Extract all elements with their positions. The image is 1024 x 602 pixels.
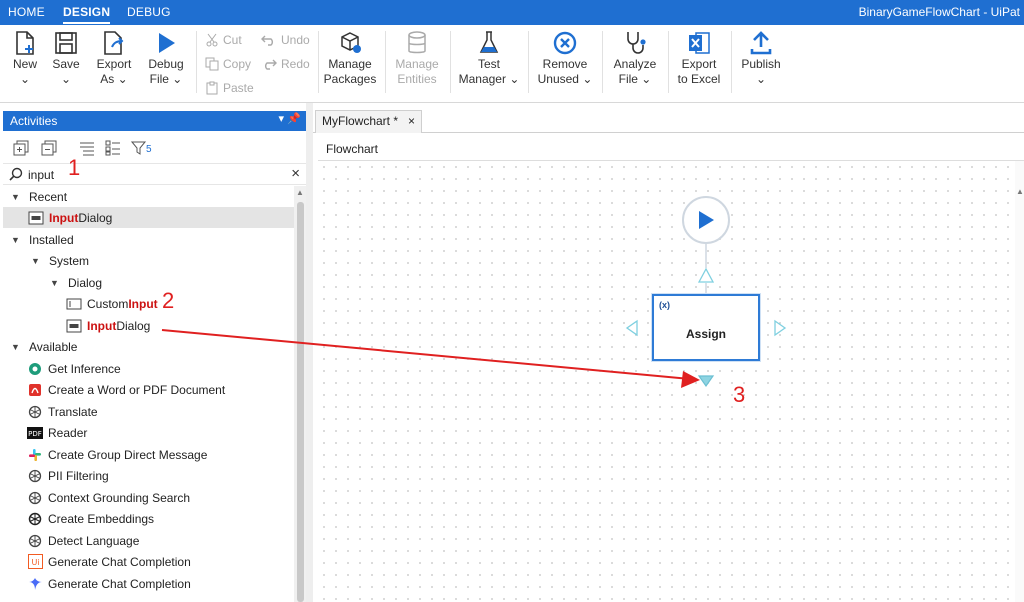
connection-point-bottom[interactable] — [697, 375, 715, 388]
connection-point-right[interactable] — [774, 319, 787, 337]
drag-arrow-line — [161, 329, 691, 380]
variable-icon: (x) — [659, 300, 670, 310]
connection-point-left[interactable] — [625, 319, 638, 337]
flowchart-start-node[interactable] — [682, 196, 730, 244]
annotation-step-1: 1 — [68, 155, 81, 180]
assign-label: Assign — [685, 327, 726, 341]
play-icon — [699, 211, 714, 229]
assign-activity-node[interactable]: (x) Assign — [652, 294, 760, 361]
annotation-step-2: 2 — [162, 288, 175, 313]
drag-arrow-head-icon — [681, 371, 700, 388]
connection-point-top[interactable] — [697, 267, 715, 283]
annotation-step-3: 3 — [733, 382, 746, 407]
flowchart-connectors — [161, 244, 787, 388]
